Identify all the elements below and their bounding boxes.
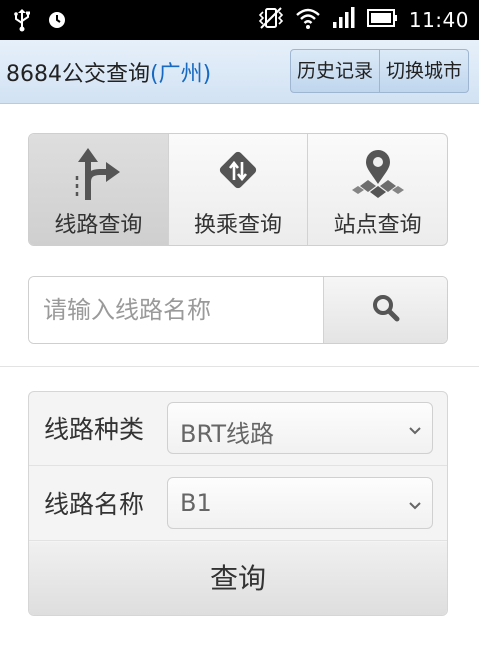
route-name-value: B1 — [180, 489, 212, 517]
app-header: 8684公交查询(广州) 历史记录 切换城市 — [0, 40, 479, 104]
search-icon — [371, 293, 401, 327]
wifi-icon — [295, 6, 321, 34]
route-icon — [72, 146, 124, 206]
query-submit-button[interactable]: 查询 — [29, 542, 447, 615]
route-name-label: 线路名称 — [44, 490, 145, 519]
route-filter-form: 线路种类 BRT线路 线路名称 B1 查询 — [28, 391, 448, 616]
usb-icon — [12, 8, 32, 36]
search-button[interactable] — [323, 277, 447, 343]
tab-route-query[interactable]: 线路查询 — [29, 134, 168, 245]
switch-city-button[interactable]: 切换城市 — [378, 50, 468, 92]
route-type-row: 线路种类 BRT线路 — [29, 392, 447, 466]
status-bar: 11:40 — [0, 0, 479, 40]
alarm-icon — [46, 8, 68, 36]
station-pin-icon — [348, 146, 408, 206]
tab-transfer-query-label: 换乘查询 — [194, 213, 283, 238]
battery-icon — [366, 7, 399, 33]
app-title: 8684公交查询(广州) — [6, 56, 211, 88]
route-search-bar — [28, 276, 448, 344]
vibrate-icon — [257, 6, 285, 34]
route-search-input[interactable] — [29, 277, 323, 343]
route-name-select[interactable]: B1 — [167, 477, 433, 529]
history-button[interactable]: 历史记录 — [291, 50, 379, 92]
status-time: 11:40 — [408, 8, 469, 32]
route-type-select[interactable]: BRT线路 — [167, 402, 433, 454]
signal-icon — [331, 6, 357, 34]
current-city[interactable]: (广州) — [150, 62, 211, 87]
tab-route-query-label: 线路查询 — [54, 213, 143, 238]
tab-station-query[interactable]: 站点查询 — [307, 134, 447, 245]
tab-station-query-label: 站点查询 — [333, 213, 422, 238]
chevron-down-icon — [408, 496, 422, 515]
app-title-text: 8684公交查询 — [6, 62, 150, 87]
transfer-icon — [212, 146, 264, 206]
route-name-row: 线路名称 B1 — [29, 467, 447, 541]
route-type-label: 线路种类 — [44, 415, 145, 444]
chevron-down-icon — [408, 421, 422, 440]
section-divider — [0, 366, 479, 367]
tab-transfer-query[interactable]: 换乘查询 — [167, 134, 308, 245]
query-tabs: 线路查询 换乘查询 站点查询 — [28, 133, 448, 246]
header-button-group: 历史记录 切换城市 — [289, 49, 469, 93]
route-type-value: BRT线路 — [180, 420, 275, 448]
